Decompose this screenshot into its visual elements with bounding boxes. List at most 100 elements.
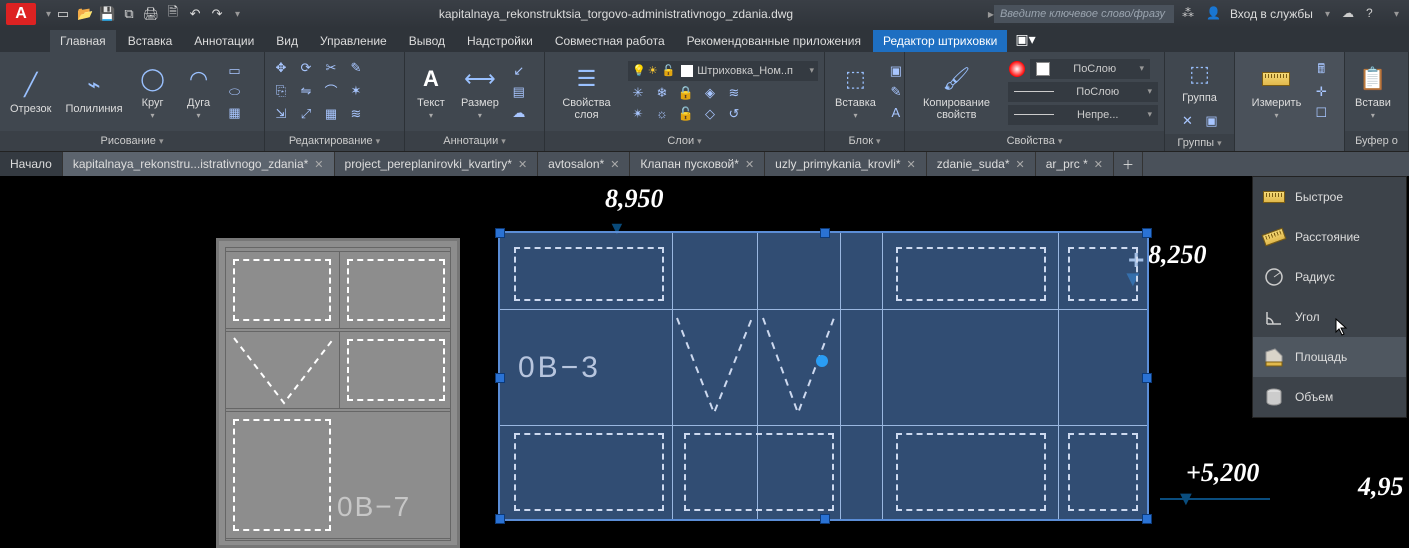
layer-thaw-icon[interactable]: ☼ bbox=[652, 105, 672, 123]
measure-angle[interactable]: Угол bbox=[1253, 297, 1406, 337]
tab-manage[interactable]: Управление bbox=[310, 30, 397, 52]
layer-iso-icon[interactable]: ◈ bbox=[700, 84, 720, 102]
selection-grip[interactable] bbox=[1142, 373, 1152, 383]
doc-tab-7[interactable]: ar_prc *✕ bbox=[1036, 152, 1114, 176]
cloud-icon[interactable]: ☁ bbox=[1342, 6, 1358, 22]
current-layer-combo[interactable]: 💡 ☀ 🔓 Штриховка_Ном..п bbox=[628, 61, 818, 81]
grip-point[interactable] bbox=[816, 355, 828, 367]
selection-grip[interactable] bbox=[495, 373, 505, 383]
tab-collab[interactable]: Совместная работа bbox=[545, 30, 675, 52]
polyline-button[interactable]: ⌁ Полилиния bbox=[61, 67, 126, 117]
panel-draw-title[interactable]: Рисование bbox=[101, 135, 164, 147]
selection-grip[interactable] bbox=[1142, 228, 1152, 238]
close-icon[interactable]: ✕ bbox=[1094, 158, 1103, 171]
layer-off-icon[interactable]: ✳ bbox=[628, 84, 648, 102]
panel-props-title[interactable]: Свойства bbox=[1007, 135, 1063, 147]
color-combo[interactable]: ПоСлою bbox=[1030, 59, 1150, 79]
layer-freeze-icon[interactable]: ❄ bbox=[652, 84, 672, 102]
doc-tab-2[interactable]: project_pereplanirovki_kvartiry*✕ bbox=[335, 152, 539, 176]
print-pdf-icon[interactable]: 🖨 bbox=[143, 6, 159, 22]
saveall-icon[interactable]: ⧉ bbox=[121, 6, 137, 22]
attr-icon[interactable]: A bbox=[886, 104, 906, 122]
sign-in-caret[interactable]: ▾ bbox=[1321, 9, 1334, 20]
erase-icon[interactable]: ✎ bbox=[346, 59, 366, 77]
move-icon[interactable]: ✥ bbox=[271, 59, 291, 77]
trim-icon[interactable]: ✂ bbox=[321, 59, 341, 77]
hatch-icon[interactable]: ▦ bbox=[225, 104, 245, 122]
tab-output[interactable]: Вывод bbox=[399, 30, 455, 52]
app-menu-caret[interactable]: ▾ bbox=[42, 9, 55, 20]
redo-icon[interactable]: ↷ bbox=[209, 6, 225, 22]
selection-grip[interactable] bbox=[495, 228, 505, 238]
insert-button[interactable]: ⬚ Вставка bbox=[831, 61, 880, 122]
cloud-annot-icon[interactable]: ☁ bbox=[509, 104, 529, 122]
arc-button[interactable]: ◠ Дуга bbox=[179, 61, 219, 122]
match-props-button[interactable]: 🖌 Копирование свойств bbox=[911, 61, 1002, 123]
panel-annot-title[interactable]: Аннотации bbox=[443, 135, 506, 147]
point-icon[interactable]: ✛ bbox=[1311, 83, 1331, 101]
calc-icon[interactable]: 🖩 bbox=[1311, 62, 1331, 80]
tab-featured[interactable]: Рекомендованные приложения bbox=[677, 30, 871, 52]
group-edit-icon[interactable]: ▣ bbox=[1202, 112, 1222, 130]
measure-distance[interactable]: Расстояние bbox=[1253, 217, 1406, 257]
tab-hatch-editor[interactable]: Редактор штриховки bbox=[873, 30, 1007, 52]
measure-quick[interactable]: Быстрое bbox=[1253, 177, 1406, 217]
copy-icon[interactable]: ⎘ bbox=[271, 82, 291, 100]
save-icon[interactable]: 💾 bbox=[99, 6, 115, 22]
close-icon[interactable]: ✕ bbox=[314, 158, 323, 171]
leader-icon[interactable]: ↙ bbox=[509, 62, 529, 80]
user-icon[interactable]: 👤 bbox=[1206, 6, 1222, 22]
layer-prev-icon[interactable]: ↺ bbox=[724, 105, 744, 123]
layer-uniso-icon[interactable]: ◇ bbox=[700, 105, 720, 123]
help-caret[interactable]: ▾ bbox=[1390, 9, 1403, 20]
qat-caret[interactable]: ▾ bbox=[231, 9, 244, 20]
app-logo[interactable]: A bbox=[6, 3, 36, 25]
text-button[interactable]: A Текст bbox=[411, 61, 451, 122]
open-icon[interactable]: 📂 bbox=[77, 6, 93, 22]
edit-block-icon[interactable]: ✎ bbox=[886, 83, 906, 101]
doc-tab-4[interactable]: Клапан пусковой*✕ bbox=[630, 152, 765, 176]
select-icon[interactable]: ☐ bbox=[1311, 104, 1331, 122]
close-icon[interactable]: ✕ bbox=[745, 158, 754, 171]
explode-icon[interactable]: ✶ bbox=[346, 82, 366, 100]
stretch-icon[interactable]: ⇲ bbox=[271, 105, 291, 123]
create-block-icon[interactable]: ▣ bbox=[886, 62, 906, 80]
doc-tab-5[interactable]: uzly_primykania_krovli*✕ bbox=[765, 152, 927, 176]
selection-grip[interactable] bbox=[495, 514, 505, 524]
tab-collapse-icon[interactable]: ▣▾ bbox=[1009, 27, 1041, 52]
measure-area[interactable]: Площадь bbox=[1253, 337, 1406, 377]
paste-button[interactable]: 📋 Встави bbox=[1351, 61, 1395, 122]
drawing-canvas[interactable]: 8,950 ▼ 8,250 ▼ + +5,200 ▼ 4,95 0B−7 bbox=[0, 176, 1409, 538]
layer-lock-icon[interactable]: 🔒 bbox=[676, 84, 696, 102]
ungroup-icon[interactable]: ✕ bbox=[1178, 112, 1198, 130]
fillet-icon[interactable]: ⌒ bbox=[321, 82, 341, 100]
tab-view[interactable]: Вид bbox=[266, 30, 308, 52]
tab-insert[interactable]: Вставка bbox=[118, 30, 183, 52]
group-button[interactable]: ⬚ Группа bbox=[1178, 56, 1221, 106]
selected-block[interactable]: 0В−3 bbox=[498, 231, 1149, 521]
linetype-combo[interactable]: Непре... bbox=[1008, 105, 1158, 125]
scale-icon[interactable]: ⤢ bbox=[296, 105, 316, 123]
layer-match-icon[interactable]: ≋ bbox=[724, 84, 744, 102]
help-icon[interactable]: ? bbox=[1366, 6, 1382, 22]
layer-unlock-icon[interactable]: 🔓 bbox=[676, 105, 696, 123]
offset-icon[interactable]: ≋ bbox=[346, 105, 366, 123]
doc-tab-3[interactable]: avtosalon*✕ bbox=[538, 152, 630, 176]
close-icon[interactable]: ✕ bbox=[610, 158, 619, 171]
measure-button[interactable]: Измерить bbox=[1248, 61, 1306, 122]
close-icon[interactable]: ✕ bbox=[907, 158, 916, 171]
doc-tab-6[interactable]: zdanie_suda*✕ bbox=[927, 152, 1036, 176]
layer-on-icon[interactable]: ✴ bbox=[628, 105, 648, 123]
color-wheel-icon[interactable] bbox=[1008, 60, 1026, 78]
panel-block-title[interactable]: Блок bbox=[848, 135, 880, 147]
undo-icon[interactable]: ↶ bbox=[187, 6, 203, 22]
doc-tab-start[interactable]: Начало bbox=[0, 152, 63, 176]
rotate-icon[interactable]: ⟳ bbox=[296, 59, 316, 77]
doc-tab-add[interactable]: ＋ bbox=[1114, 152, 1143, 176]
dimension-button[interactable]: ⟷ Размер bbox=[457, 61, 503, 122]
array-icon[interactable]: ▦ bbox=[321, 105, 341, 123]
panel-layers-title[interactable]: Слои bbox=[667, 135, 701, 147]
panel-edit-title[interactable]: Редактирование bbox=[289, 135, 380, 147]
plot-icon[interactable]: 🗎 bbox=[165, 6, 181, 22]
selection-grip[interactable] bbox=[820, 228, 830, 238]
